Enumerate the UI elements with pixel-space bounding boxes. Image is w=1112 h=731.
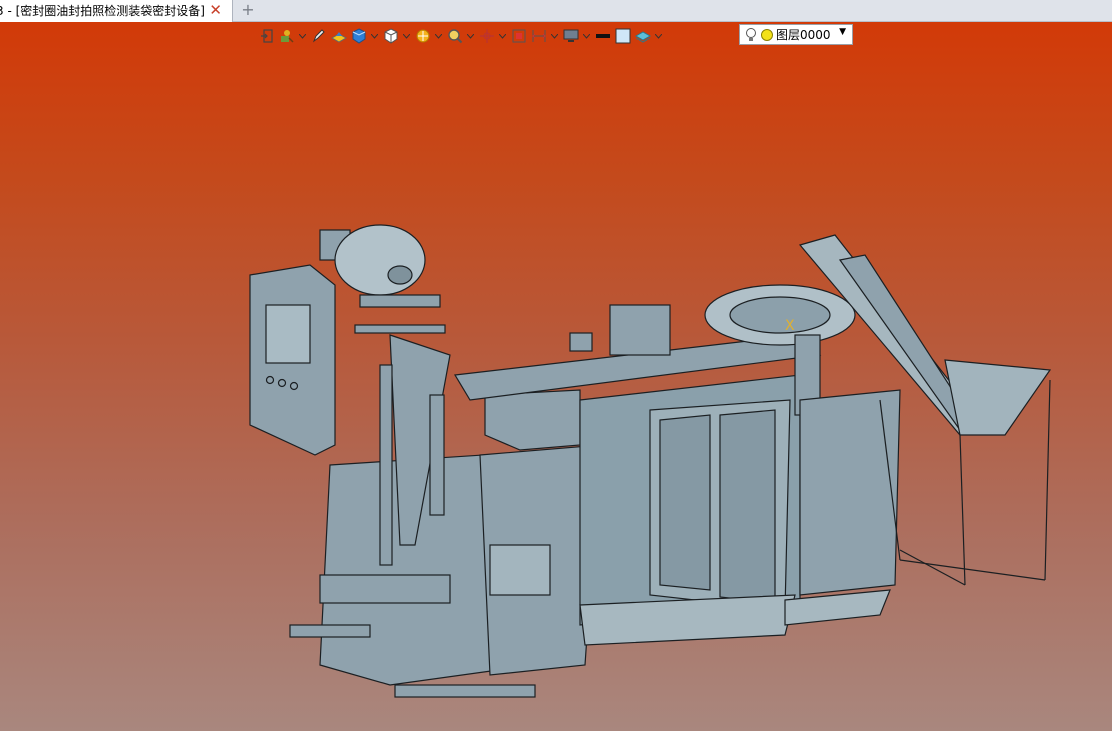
origin-marker: X (785, 318, 795, 334)
chevron-down-icon[interactable] (434, 27, 442, 45)
document-tab-title: 3 - [密封圈油封拍照检测装袋密封设备] (0, 4, 205, 18)
chevron-down-icon[interactable] (298, 27, 306, 45)
pencil-icon[interactable] (310, 27, 328, 45)
target-icon[interactable] (478, 27, 496, 45)
line-icon[interactable] (594, 27, 612, 45)
dropdown-arrow-icon[interactable]: ▼ (839, 27, 846, 37)
layer-name: 图层0000 (776, 28, 831, 42)
exit-icon[interactable] (258, 27, 276, 45)
chevron-down-icon[interactable] (498, 27, 506, 45)
document-tab[interactable]: 3 - [密封圈油封拍照检测装袋密封设备] ✕ (0, 0, 233, 22)
box-icon[interactable] (382, 27, 400, 45)
fill-icon[interactable] (614, 27, 632, 45)
add-tab-button[interactable]: + (239, 0, 257, 22)
chevron-down-icon[interactable] (402, 27, 410, 45)
fit-icon[interactable] (510, 27, 528, 45)
zoom-icon[interactable] (446, 27, 464, 45)
chevron-down-icon[interactable] (582, 27, 590, 45)
layer-stack-icon[interactable] (634, 27, 652, 45)
dimension-icon[interactable] (530, 27, 548, 45)
part-icon[interactable] (330, 27, 348, 45)
view-toolbar (258, 25, 666, 47)
chevron-down-icon[interactable] (654, 27, 662, 45)
cube-icon[interactable] (350, 27, 368, 45)
tab-bar: 3 - [密封圈油封拍照检测装袋密封设备] ✕ + (0, 0, 1112, 22)
chevron-down-icon[interactable] (466, 27, 474, 45)
lightbulb-icon[interactable] (744, 27, 758, 43)
cad-machine-model[interactable]: X (240, 205, 1070, 705)
palette-icon[interactable] (278, 27, 296, 45)
monitor-icon[interactable] (562, 27, 580, 45)
section-icon[interactable] (414, 27, 432, 45)
chevron-down-icon[interactable] (370, 27, 378, 45)
layer-select[interactable]: 图层0000 ▼ (739, 24, 853, 45)
close-icon[interactable]: ✕ (209, 0, 222, 21)
chevron-down-icon[interactable] (550, 27, 558, 45)
sun-icon[interactable] (760, 28, 774, 42)
